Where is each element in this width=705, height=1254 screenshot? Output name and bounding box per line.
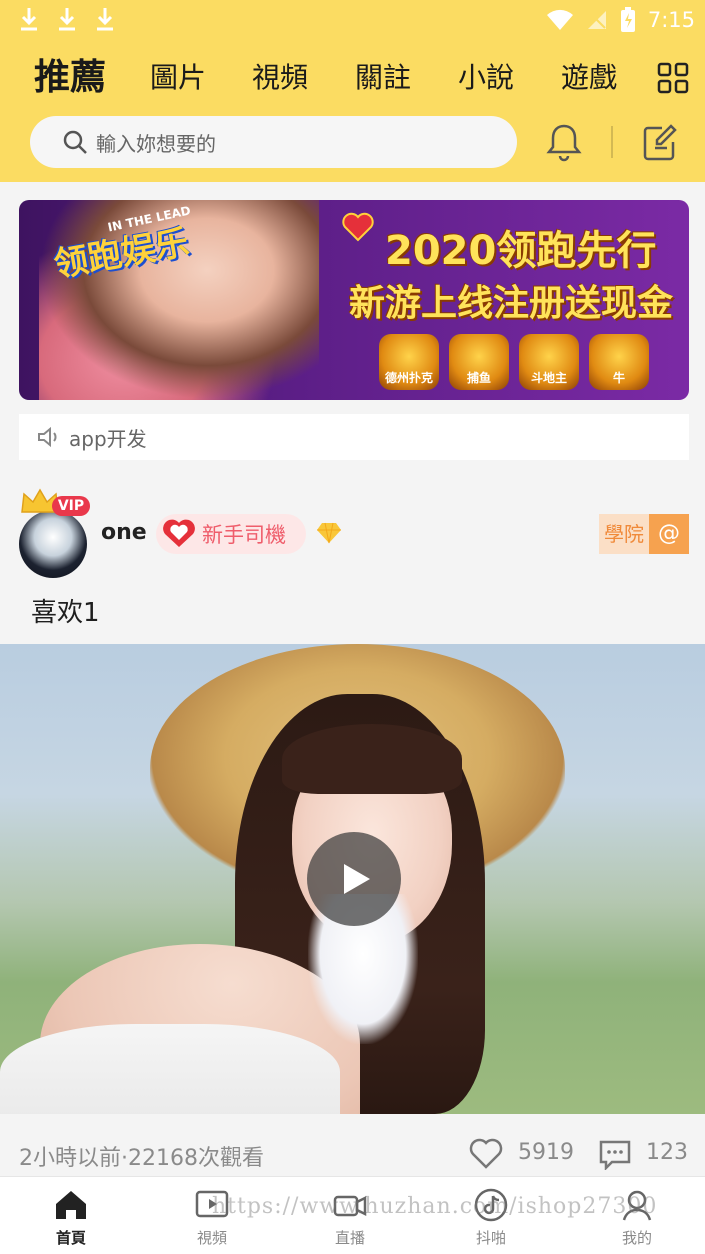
banner-subheadline: 新游上线注册送现金: [349, 283, 674, 324]
category-tabs: 推薦 圖片 視頻 關註 小說 遊戲: [0, 50, 705, 106]
no-signal-icon: [587, 11, 606, 29]
notice-text: app开发: [69, 426, 147, 451]
battery-icon: [620, 7, 635, 32]
watermark-text: https://www.huzhan.com/ishop27300: [212, 1194, 658, 1219]
header: 7:15 推薦 圖片 視頻 關註 小說 遊戲 輸入妳想要的: [0, 0, 705, 182]
search-icon: [63, 130, 87, 154]
vip-badge: VIP: [52, 496, 90, 516]
like-count: 5919: [518, 1140, 574, 1165]
play-icon: [344, 864, 370, 894]
post-caption: 喜欢1: [31, 598, 100, 628]
status-icons: 7:15: [546, 4, 695, 36]
speaker-icon: [38, 426, 57, 448]
promo-banner[interactable]: IN THE LEAD 领跑娱乐 2020领跑先行 新游上线注册送现金 德州扑克…: [19, 200, 689, 400]
username[interactable]: one: [101, 520, 147, 545]
comment-icon[interactable]: [598, 1138, 632, 1170]
download-icon: [59, 8, 75, 31]
heart-icon[interactable]: [469, 1138, 503, 1170]
search-placeholder: 輸入妳想要的: [96, 131, 216, 156]
heart-decoration-icon: [342, 212, 374, 242]
comment-count: 123: [646, 1140, 688, 1165]
post-meta: 2小時以前·22168次觀看 5919 123: [0, 1130, 705, 1176]
nav-video-label: 視頻: [196, 1229, 227, 1247]
post-header: VIP one 新手司機 學院 @: [0, 480, 705, 580]
video-thumbnail[interactable]: [0, 644, 705, 1114]
download-icon: [97, 8, 113, 31]
nav-home-label: 首頁: [55, 1229, 86, 1247]
banner-headline: 2020领跑先行: [385, 228, 657, 274]
tab-novels[interactable]: 小說: [458, 50, 514, 106]
diamond-icon: [317, 522, 341, 544]
game-badge-doudizhu: 斗地主: [519, 334, 579, 390]
wifi-icon: [546, 9, 573, 30]
notice-bar[interactable]: app开发: [19, 414, 689, 460]
tab-following[interactable]: 關註: [355, 50, 411, 106]
grid-menu-icon[interactable]: [657, 62, 689, 94]
tab-games[interactable]: 遊戲: [561, 50, 617, 106]
mention-button[interactable]: @: [649, 514, 689, 554]
tab-pictures[interactable]: 圖片: [150, 50, 206, 106]
bell-icon[interactable]: [545, 122, 583, 162]
edit-icon[interactable]: [641, 122, 679, 162]
header-divider: [611, 126, 613, 158]
post-time-views: 2小時以前·22168次觀看: [19, 1146, 264, 1171]
status-bar: 7:15: [0, 0, 705, 40]
game-badge-fishing: 捕鱼: [449, 334, 509, 390]
nav-douyin-label: 抖啪: [475, 1229, 506, 1247]
tab-recommend[interactable]: 推薦: [34, 50, 106, 106]
play-button[interactable]: [307, 832, 401, 926]
banner-game-list: 德州扑克 捕鱼 斗地主 牛: [379, 334, 649, 390]
search-input[interactable]: 輸入妳想要的: [30, 116, 517, 168]
tab-videos[interactable]: 視頻: [252, 50, 308, 106]
home-icon: [56, 1191, 86, 1219]
nav-live-label: 直播: [334, 1229, 365, 1247]
nav-home[interactable]: 首頁: [21, 1177, 121, 1254]
game-badge-bull: 牛: [589, 334, 649, 390]
avatar[interactable]: [19, 510, 87, 578]
rank-label: 新手司機: [202, 523, 286, 547]
rank-badge: 新手司機: [156, 514, 306, 554]
school-button[interactable]: 學院: [599, 514, 649, 554]
thumbnail-bangs: [282, 724, 462, 794]
status-time: 7:15: [647, 8, 695, 32]
thumbnail-dress: [0, 1024, 340, 1114]
game-badge-poker: 德州扑克: [379, 334, 439, 390]
download-icon: [21, 8, 37, 31]
heart-badge-icon: [163, 519, 195, 547]
nav-mine-label: 我的: [621, 1229, 652, 1247]
